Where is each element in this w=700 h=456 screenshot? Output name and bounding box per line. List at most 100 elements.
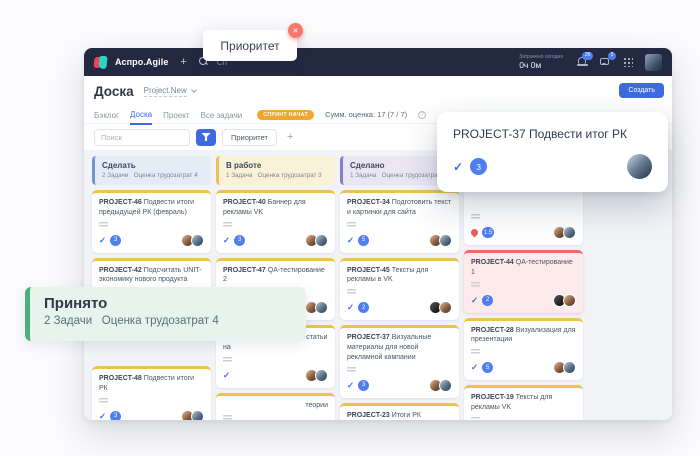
time-caption: Затрачено сегодня [519, 54, 563, 60]
avatar [439, 301, 452, 314]
avatar [563, 294, 576, 307]
assignee-avatars [305, 234, 328, 247]
task-card[interactable]: PROJECT-44 QA-тестирование 1 ✓ 2 [464, 250, 583, 313]
accepted-column-callout: Принято 2 Задачи Оценка трудозатрат 4 [25, 287, 306, 341]
task-title: PROJECT-44 QA-тестирование 1 [471, 258, 576, 278]
chat-icon[interactable]: 5 [599, 56, 611, 68]
task-card[interactable]: PROJECT-40 Баннер для рекламы VK ✓ 3 [216, 190, 335, 253]
chevron-down-icon [191, 87, 197, 93]
column-meta: 1 Задача Оценка трудозатрат 3 [226, 172, 328, 179]
task-id: PROJECT-47 [223, 267, 266, 274]
task-name: Итоги РК [392, 412, 421, 419]
check-icon: ✓ [453, 161, 463, 173]
task-title: PROJECT-40 Баннер для рекламы VK [223, 198, 328, 218]
task-id: PROJECT-19 [471, 394, 514, 401]
task-title: PROJECT-23 Итоги РК [347, 411, 452, 420]
task-footer: ✓ 3 [99, 410, 204, 420]
kanban-column: 1.5 PROJECT-44 QA-тестирование 1 ✓ 2 PRO… [464, 156, 583, 420]
tab[interactable]: Доска [130, 110, 152, 125]
task-id: PROJECT-48 [99, 375, 142, 382]
estimate-badge: 3 [110, 235, 121, 246]
user-avatar[interactable] [645, 54, 662, 71]
task-id: PROJECT-23 [347, 412, 390, 419]
close-icon[interactable]: ✕ [288, 23, 303, 38]
task-card[interactable]: PROJECT-23 Итоги РК ✓ 5 [340, 403, 459, 420]
task-card[interactable]: PROJECT-37 Визуальные материалы для ново… [340, 325, 459, 397]
check-icon: ✓ [471, 363, 478, 372]
task-id: PROJECT-46 [99, 199, 142, 206]
estimate-badge: 3 [110, 411, 121, 420]
task-footer: ✓ 2 [347, 301, 452, 314]
task-card[interactable]: теории ✓ 3 [216, 393, 335, 420]
task-footer: ✓ 3 [223, 234, 328, 247]
description-icon [471, 214, 480, 220]
estimate-badge: 3 [470, 158, 487, 175]
task-title: PROJECT-47 QA-тестирование 2 [223, 266, 328, 286]
task-card[interactable]: PROJECT-48 Подвести итоги РК ✓ 3 [92, 366, 211, 420]
task-footer: ✓ [223, 369, 328, 382]
priority-fire-icon [470, 228, 480, 238]
task-title: PROJECT-46 Подвести итоги предыдущей РК … [99, 198, 204, 218]
avatar [315, 369, 328, 382]
assignee-avatars [305, 301, 328, 314]
column-meta: 2 Задачи Оценка трудозатрат 4 [102, 172, 204, 179]
description-icon [471, 417, 480, 420]
column-name: Сделать [102, 161, 204, 170]
avatar [191, 234, 204, 247]
task-footer: ✓ 3 [99, 234, 204, 247]
tab[interactable]: Проект [163, 111, 189, 124]
task-card[interactable]: PROJECT-45 Тексты для рекламы в VK ✓ 2 [340, 258, 459, 321]
avatar [563, 361, 576, 374]
task-title: PROJECT-28 Визуализация для презентации [471, 326, 576, 346]
task-card[interactable]: PROJECT-28 Визуализация для презентации … [464, 318, 583, 381]
tab[interactable]: Бэклог [94, 111, 119, 124]
apps-grid-icon[interactable] [622, 56, 634, 68]
assignee-avatars [429, 301, 452, 314]
time-tracker[interactable]: Затрачено сегодня 0ч 0м [519, 54, 563, 71]
accepted-title: Принято [44, 295, 292, 312]
time-value: 0ч 0м [519, 60, 563, 71]
description-icon [223, 415, 232, 420]
priority-filter-chip[interactable]: Приоритет [222, 129, 277, 146]
add-filter-button[interactable]: + [287, 131, 293, 143]
assignee-avatars [305, 369, 328, 382]
task-card[interactable]: PROJECT-46 Подвести итоги предыдущей РК … [92, 190, 211, 253]
estimate-badge: 1.5 [482, 227, 494, 238]
task-card[interactable]: PROJECT-19 Тексты для рекламы VK ✓ 5 [464, 385, 583, 420]
check-icon: ✓ [223, 371, 230, 380]
task-title: PROJECT-37 Визуальные материалы для ново… [347, 333, 452, 362]
brand-name: Аспро.Agile [115, 57, 168, 67]
info-icon[interactable]: ? [418, 111, 426, 119]
column-header: Сделать 2 Задачи Оценка трудозатрат 4 [92, 156, 211, 185]
description-icon [471, 282, 480, 288]
task-footer: 1.5 [471, 226, 576, 239]
app-window: Аспро.Agile + Сп Затрачено сегодня 0ч 0м… [84, 48, 672, 420]
tab[interactable]: Все задачи [201, 111, 243, 124]
assignee-avatars [553, 294, 576, 307]
description-icon [99, 222, 108, 228]
board-name: Project.New [144, 86, 187, 97]
column-cards: PROJECT-34 Подготовить текст и картинки … [340, 190, 459, 420]
assignee-avatars [429, 379, 452, 392]
column-cards: 1.5 PROJECT-44 QA-тестирование 1 ✓ 2 PRO… [464, 161, 583, 420]
task-id: PROJECT-42 [99, 267, 142, 274]
create-button[interactable]: Создать [619, 83, 664, 98]
task-drag-popup[interactable]: PROJECT-37 Подвести итог РК ✓ 3 [437, 112, 668, 192]
filter-button[interactable] [196, 129, 216, 146]
app-logo-icon [94, 56, 107, 69]
task-popup-title: PROJECT-37 Подвести итог РК [453, 127, 652, 141]
task-id: PROJECT-44 [471, 259, 514, 266]
add-icon[interactable]: + [180, 56, 186, 68]
task-footer: ✓ 3 [347, 379, 452, 392]
search-input[interactable] [94, 129, 190, 146]
task-title: PROJECT-45 Тексты для рекламы в VK [347, 266, 452, 286]
estimate-badge: 5 [482, 362, 493, 373]
task-title: теории [223, 401, 328, 411]
assignee-avatars [181, 410, 204, 420]
board-select[interactable]: Project.New [144, 86, 196, 97]
task-id: PROJECT-45 [347, 267, 390, 274]
task-card[interactable]: PROJECT-34 Подготовить текст и картинки … [340, 190, 459, 253]
avatar [315, 301, 328, 314]
notifications-bell-icon[interactable]: 26 [576, 56, 588, 68]
task-name: теории [305, 402, 328, 409]
